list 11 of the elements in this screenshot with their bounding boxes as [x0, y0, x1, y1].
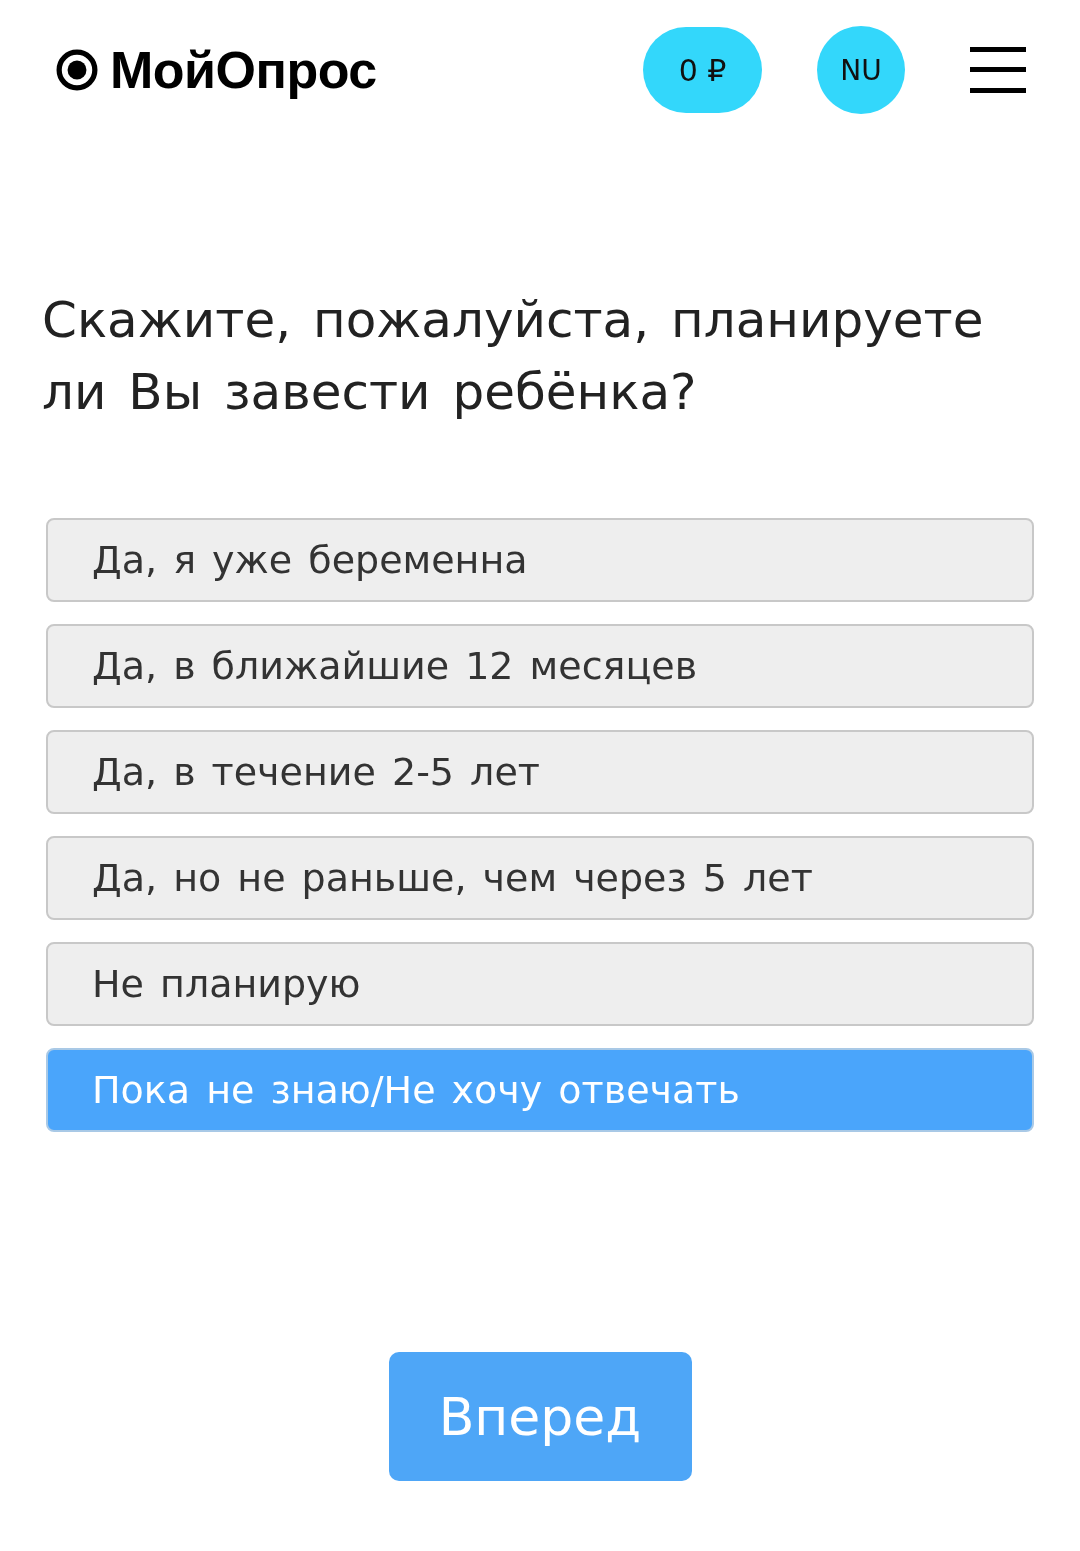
answer-option[interactable]: Да, в течение 2-5 лет: [46, 730, 1034, 814]
answer-option[interactable]: Да, но не раньше, чем через 5 лет: [46, 836, 1034, 920]
answer-option[interactable]: Да, в ближайшие 12 месяцев: [46, 624, 1034, 708]
logo-text[interactable]: МойОпрос: [110, 40, 377, 100]
answer-option[interactable]: Не планирую: [46, 942, 1034, 1026]
radio-logo-icon: [56, 49, 98, 91]
question-text: Скажите, пожалуйста, планируете ли Вы завести ребёнка?: [42, 290, 985, 423]
answer-option[interactable]: Да, я уже беременна: [46, 518, 1034, 602]
balance-button[interactable]: 0 ₽: [643, 27, 762, 113]
menu-icon[interactable]: [970, 47, 1026, 93]
avatar-button[interactable]: NU: [817, 26, 905, 114]
